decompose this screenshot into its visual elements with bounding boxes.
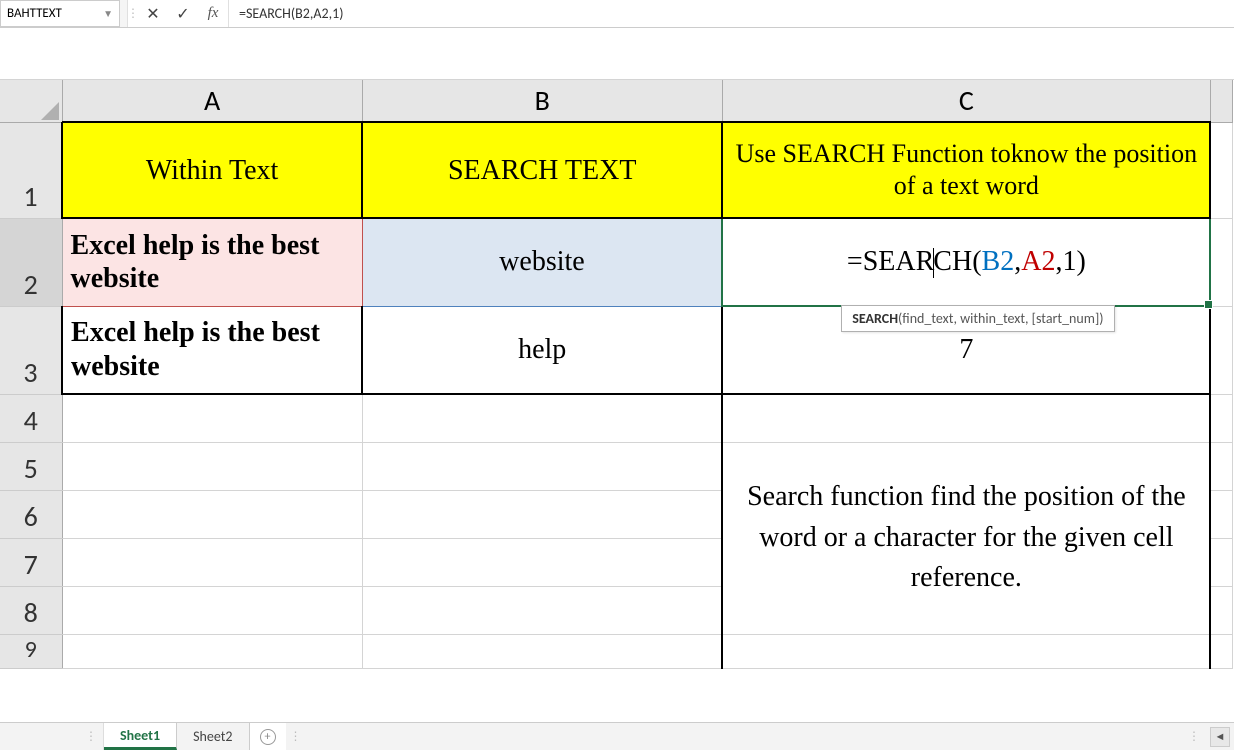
- cell-c4[interactable]: [722, 394, 1210, 442]
- cell-d5[interactable]: [1210, 442, 1232, 490]
- cell-b6[interactable]: [362, 490, 722, 538]
- row-head-1[interactable]: 1: [0, 122, 62, 218]
- cell-d1[interactable]: [1210, 122, 1232, 218]
- tooltip-args: (find_text, within_text, [start_num]): [898, 310, 1103, 327]
- cell-a8[interactable]: [62, 586, 362, 634]
- tab-rest: ⋮ ⋮ ◄: [286, 723, 1234, 750]
- cell-c1[interactable]: Use SEARCH Function toknow the position …: [722, 122, 1210, 218]
- row-head-6[interactable]: 6: [0, 490, 62, 538]
- row-head-2[interactable]: 2: [0, 218, 62, 306]
- formula-bar: BAHTTEXT ▼ ⋮ ✕ ✓ fx =SEARCH(B2,A2,1): [0, 0, 1234, 28]
- horizontal-scroll-controls: ⋮ ◄: [1188, 723, 1234, 750]
- name-box-value: BAHTTEXT: [7, 6, 62, 21]
- formula-part: =SEAR: [847, 246, 934, 277]
- row-head-7[interactable]: 7: [0, 538, 62, 586]
- row-head-8[interactable]: 8: [0, 586, 62, 634]
- add-sheet-button[interactable]: +: [250, 723, 286, 750]
- formula-part: ,1): [1055, 246, 1085, 277]
- name-box-dropdown-icon[interactable]: ▼: [103, 7, 113, 20]
- cell-d9[interactable]: [1210, 634, 1232, 668]
- col-head-a[interactable]: A: [62, 80, 362, 122]
- cell-a7[interactable]: [62, 538, 362, 586]
- cell-d2[interactable]: [1210, 218, 1232, 306]
- cell-b8[interactable]: [362, 586, 722, 634]
- sheet-table: A B C 1 Within Text SEARCH TEXT Use SEAR…: [0, 80, 1233, 669]
- cell-c3-value: 7: [959, 334, 973, 365]
- cell-a3[interactable]: Excel help is the best website: [62, 306, 362, 394]
- tab-grip-icon[interactable]: ⋮: [290, 729, 302, 744]
- cell-b3[interactable]: help: [362, 306, 722, 394]
- formula-part: CH(: [933, 246, 981, 277]
- formula-bar-grip[interactable]: ⋮: [128, 0, 138, 27]
- enter-button[interactable]: ✓: [168, 0, 198, 27]
- sheet-tab-2[interactable]: Sheet2: [177, 723, 249, 750]
- formula-ref-b2: B2: [982, 246, 1015, 277]
- cell-b4[interactable]: [362, 394, 722, 442]
- sheet-tab-1[interactable]: Sheet1: [104, 723, 177, 750]
- cancel-button[interactable]: ✕: [138, 0, 168, 27]
- cell-a9[interactable]: [62, 634, 362, 668]
- cell-d7[interactable]: [1210, 538, 1232, 586]
- cell-a5[interactable]: [62, 442, 362, 490]
- cell-b1[interactable]: SEARCH TEXT: [362, 122, 722, 218]
- cell-b9[interactable]: [362, 634, 722, 668]
- name-box[interactable]: BAHTTEXT ▼: [0, 0, 120, 27]
- tab-nav-spacer: ⋮: [0, 723, 104, 750]
- col-head-c[interactable]: C: [722, 80, 1210, 122]
- cell-d8[interactable]: [1210, 586, 1232, 634]
- function-tooltip: SEARCH(find_text, within_text, [start_nu…: [841, 305, 1114, 332]
- cell-a4[interactable]: [62, 394, 362, 442]
- row-head-9[interactable]: 9: [0, 634, 62, 668]
- row-head-4[interactable]: 4: [0, 394, 62, 442]
- spreadsheet-grid: A B C 1 Within Text SEARCH TEXT Use SEAR…: [0, 80, 1234, 669]
- cell-b2[interactable]: website: [362, 218, 722, 306]
- cell-b7[interactable]: [362, 538, 722, 586]
- select-all-corner[interactable]: [0, 80, 62, 122]
- tooltip-fn: SEARCH: [852, 310, 898, 327]
- formula-ref-a2: A2: [1021, 246, 1055, 277]
- cell-a2[interactable]: Excel help is the best website: [62, 218, 362, 306]
- row-head-5[interactable]: 5: [0, 442, 62, 490]
- fx-button[interactable]: fx: [198, 0, 228, 27]
- col-head-b[interactable]: B: [362, 80, 722, 122]
- cell-d4[interactable]: [1210, 394, 1232, 442]
- cell-a1[interactable]: Within Text: [62, 122, 362, 218]
- cell-d6[interactable]: [1210, 490, 1232, 538]
- ribbon-spacer: [0, 28, 1234, 80]
- plus-icon: +: [260, 729, 276, 745]
- cell-a6[interactable]: [62, 490, 362, 538]
- cell-d3[interactable]: [1210, 306, 1232, 394]
- cell-c2[interactable]: =SEARCH(B2,A2,1): [722, 218, 1210, 306]
- col-head-d[interactable]: [1210, 80, 1232, 122]
- formula-text: =SEARCH(B2,A2,1): [239, 5, 343, 22]
- cell-b5[interactable]: [362, 442, 722, 490]
- formula-input[interactable]: =SEARCH(B2,A2,1): [229, 0, 1234, 27]
- cell-c9[interactable]: [722, 634, 1210, 668]
- cell-c3[interactable]: SEARCH(find_text, within_text, [start_nu…: [722, 306, 1210, 394]
- sheet-tab-bar: ⋮ Sheet1 Sheet2 + ⋮ ⋮ ◄: [0, 722, 1234, 750]
- cell-c5-8-note[interactable]: Search function find the position of the…: [722, 442, 1210, 634]
- scroll-left-button[interactable]: ◄: [1210, 727, 1230, 747]
- scroll-grip-icon[interactable]: ⋮: [1188, 729, 1200, 744]
- row-head-3[interactable]: 3: [0, 306, 62, 394]
